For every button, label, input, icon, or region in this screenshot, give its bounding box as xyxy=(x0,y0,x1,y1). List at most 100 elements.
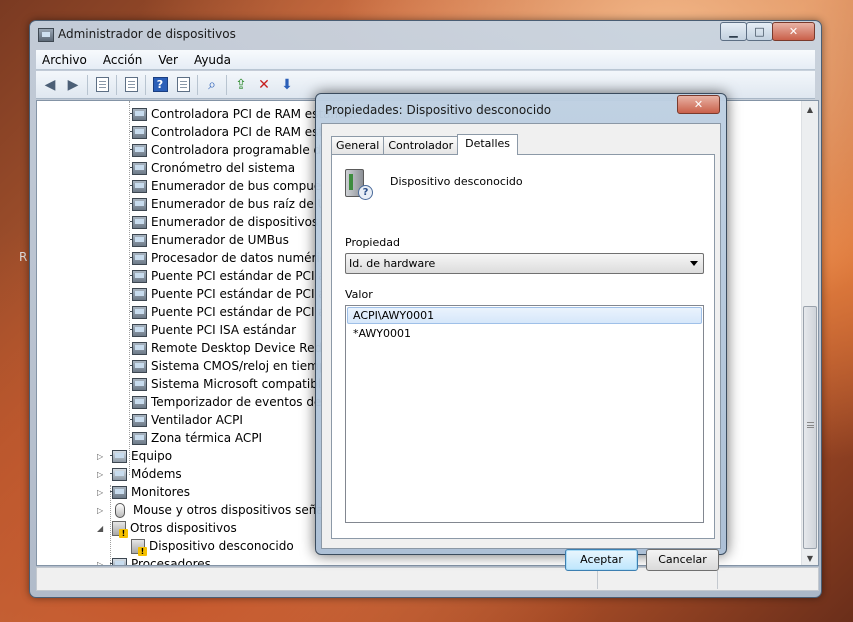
help-glyph: ? xyxy=(152,77,168,92)
collapse-arrow-icon[interactable]: ◢ xyxy=(97,524,103,533)
background-stray-text: R xyxy=(19,250,28,264)
device-icon xyxy=(130,431,147,445)
device-icon xyxy=(130,107,147,121)
menu-accion[interactable]: Acción xyxy=(95,53,150,67)
uninstall-icon[interactable]: ✕ xyxy=(254,75,274,95)
tab-detalles[interactable]: Detalles xyxy=(457,134,519,155)
expand-arrow-icon[interactable]: ▷ xyxy=(97,506,103,515)
mouse-icon xyxy=(115,502,125,518)
unknown-device-icon xyxy=(112,520,128,538)
properties-dialog: Propiedades: Dispositivo desconocido ✕ G… xyxy=(315,93,727,571)
forward-arrow-icon[interactable]: ▶ xyxy=(63,75,83,95)
close-button[interactable]: ✕ xyxy=(772,22,815,41)
processor-icon xyxy=(110,557,127,565)
tree-item-label: Zona térmica ACPI xyxy=(151,431,263,445)
tree-item-label: Enumerador de bus compuesto xyxy=(151,179,340,193)
toolbar-separator xyxy=(116,74,117,95)
expand-arrow-icon[interactable]: ▷ xyxy=(97,560,103,565)
value-label: Valor xyxy=(345,288,373,301)
toolbar-separator xyxy=(197,74,198,95)
warning-device-icon xyxy=(131,538,147,556)
tab-general[interactable]: General xyxy=(331,136,385,155)
scan-hardware-icon[interactable]: ⌕ xyxy=(202,75,222,95)
tree-category-monitores[interactable]: Monitores xyxy=(110,483,190,501)
tree-item[interactable]: Cronómetro del sistema xyxy=(130,159,296,177)
show-icon[interactable] xyxy=(173,75,193,95)
scroll-down-icon[interactable]: ▼ xyxy=(802,550,818,565)
tree-item-label: Puente PCI ISA estándar xyxy=(151,323,297,337)
device-icon xyxy=(130,341,147,355)
tree-category-label: Otros dispositivos xyxy=(130,521,237,535)
device-icon xyxy=(130,215,147,229)
tree-item-label: Ventilador ACPI xyxy=(151,413,243,427)
tree-item-unknown-device[interactable]: Dispositivo desconocido xyxy=(131,537,294,556)
tree-item[interactable]: Puente PCI ISA estándar xyxy=(130,321,297,339)
device-icon xyxy=(130,323,147,337)
tree-category-procesadores[interactable]: Procesadores xyxy=(110,555,211,566)
device-name: Dispositivo desconocido xyxy=(390,175,523,188)
expand-arrow-icon[interactable]: ▷ xyxy=(97,488,103,497)
dialog-close-button[interactable]: ✕ xyxy=(677,95,720,114)
console-tree-icon[interactable] xyxy=(92,75,112,95)
tree-guide-line xyxy=(110,485,111,565)
tree-item[interactable]: Ventilador ACPI xyxy=(130,411,243,429)
toolbar-separator xyxy=(87,74,88,95)
details-panel: ? Dispositivo desconocido Propiedad Id. … xyxy=(331,154,715,539)
tree-category-modems[interactable]: Módems xyxy=(110,465,182,483)
device-icon xyxy=(130,197,147,211)
scroll-thumb[interactable] xyxy=(803,306,817,549)
modem-icon xyxy=(110,467,127,481)
tree-item-label: Cronómetro del sistema xyxy=(151,161,296,175)
tree-item-label: Procesador de datos numéricos xyxy=(151,251,340,265)
minimize-button[interactable]: ▁ xyxy=(720,22,747,41)
title-bar[interactable]: Administrador de dispositivos ▁ □ ✕ xyxy=(30,21,821,49)
device-icon xyxy=(130,251,147,265)
tree-category-label: Procesadores xyxy=(131,557,211,566)
computer-icon xyxy=(110,449,127,463)
chevron-down-icon xyxy=(690,261,698,266)
menu-ayuda[interactable]: Ayuda xyxy=(186,53,239,67)
tree-category-equipo[interactable]: Equipo xyxy=(110,447,172,465)
tree-item[interactable]: Zona térmica ACPI xyxy=(130,429,263,447)
list-item[interactable]: ACPI\AWY0001 xyxy=(347,307,702,324)
expand-arrow-icon[interactable]: ▷ xyxy=(97,452,103,461)
menu-archivo[interactable]: Archivo xyxy=(36,53,95,67)
window-controls: ▁ □ ✕ xyxy=(720,22,815,41)
device-icon xyxy=(130,305,147,319)
device-icon xyxy=(130,179,147,193)
status-separator xyxy=(597,571,598,589)
device-icon xyxy=(130,359,147,373)
update-driver-icon[interactable]: ⇪ xyxy=(231,75,251,95)
cancel-button[interactable]: Cancelar xyxy=(646,549,719,571)
list-item[interactable]: *AWY0001 xyxy=(347,325,702,342)
scroll-up-icon[interactable]: ▲ xyxy=(802,101,818,118)
menu-ver[interactable]: Ver xyxy=(150,53,186,67)
menu-bar: Archivo Acción Ver Ayuda xyxy=(36,50,815,70)
tree-category-otros[interactable]: Otros dispositivos xyxy=(112,519,237,538)
tree-item-label: Dispositivo desconocido xyxy=(149,539,294,553)
device-icon xyxy=(130,143,147,157)
tree-item[interactable]: Enumerador de UMBus xyxy=(130,231,289,249)
value-list[interactable]: ACPI\AWY0001 *AWY0001 xyxy=(345,305,704,523)
property-select-value: Id. de hardware xyxy=(349,257,436,270)
device-icon xyxy=(130,161,147,175)
tree-item[interactable]: Procesador de datos numéricos xyxy=(130,249,340,267)
help-icon[interactable]: ? xyxy=(150,75,170,95)
grip-icon xyxy=(807,422,814,428)
device-icon xyxy=(130,233,147,247)
properties-icon[interactable] xyxy=(121,75,141,95)
disable-icon[interactable]: ⬇ xyxy=(277,75,297,95)
device-manager-icon xyxy=(38,28,54,42)
ok-button[interactable]: Aceptar xyxy=(565,549,638,571)
tree-item[interactable]: Enumerador de bus compuesto xyxy=(130,177,340,195)
tree-item-label: Enumerador de UMBus xyxy=(151,233,289,247)
maximize-button[interactable]: □ xyxy=(746,22,773,41)
toolbar-separator xyxy=(145,74,146,95)
property-select[interactable]: Id. de hardware xyxy=(345,253,704,274)
back-arrow-icon[interactable]: ◀ xyxy=(40,75,60,95)
window-title: Administrador de dispositivos xyxy=(58,27,236,41)
vertical-scrollbar[interactable]: ▲ ▼ xyxy=(801,101,818,565)
monitor-icon xyxy=(110,485,127,499)
tab-controlador[interactable]: Controlador xyxy=(383,136,459,155)
expand-arrow-icon[interactable]: ▷ xyxy=(97,470,103,479)
